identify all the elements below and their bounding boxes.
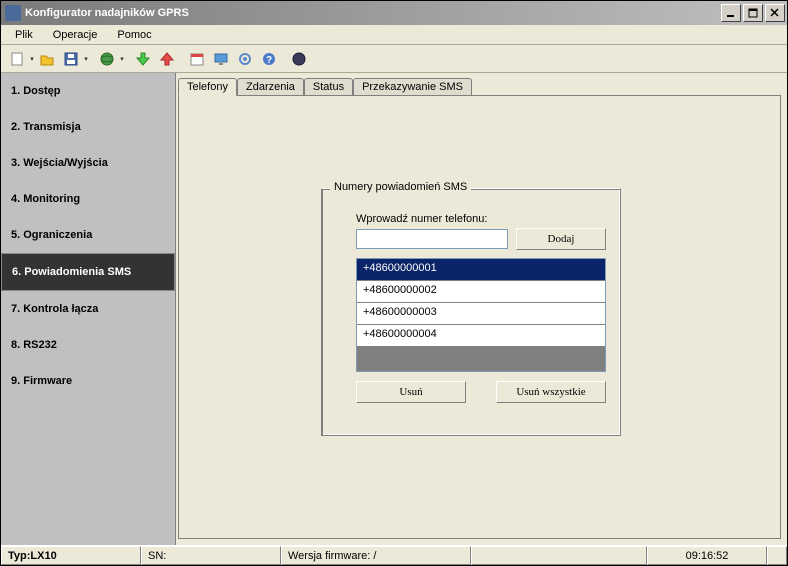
delete-all-button[interactable]: Usuń wszystkie [496,381,606,403]
list-item[interactable]: +48600000003 [357,303,605,325]
tabs: Telefony Zdarzenia Status Przekazywanie … [178,75,781,95]
sidebar: 1. Dostęp 2. Transmisja 3. Wejścia/Wyjśc… [1,73,176,545]
phone-input-label: Wprowadź numer telefonu: [356,213,487,225]
status-sn: SN: [141,546,281,565]
add-button[interactable]: Dodaj [516,228,606,250]
content: Telefony Zdarzenia Status Przekazywanie … [176,73,787,545]
save-dropdown[interactable]: ▾ [83,55,89,63]
save-icon[interactable] [61,49,81,69]
sidebar-item-dostep[interactable]: 1. Dostęp [1,73,175,109]
menu-operacje[interactable]: Operacje [43,27,108,43]
phone-listbox[interactable]: +48600000001 +48600000002 +48600000003 +… [356,258,606,372]
down-arrow-icon[interactable] [133,49,153,69]
close-button[interactable] [765,4,785,22]
sidebar-item-firmware[interactable]: 9. Firmware [1,363,175,399]
sidebar-item-ograniczenia[interactable]: 5. Ograniczenia [1,217,175,253]
list-item[interactable]: +48600000001 [357,259,605,281]
tab-telefony[interactable]: Telefony [178,78,237,96]
status-grip [767,546,787,565]
status-type-label: Typ: [8,550,30,562]
titlebar: Konfigurator nadajników GPRS [1,1,787,25]
delete-button[interactable]: Usuń [356,381,466,403]
new-dropdown[interactable]: ▾ [29,55,35,63]
status-type: Typ: LX10 [1,546,141,565]
statusbar: Typ: LX10 SN: Wersja firmware: / 09:16:5… [1,545,787,565]
dark-globe-icon[interactable] [289,49,309,69]
help-icon[interactable]: ? [259,49,279,69]
phone-input[interactable] [356,229,508,249]
menu-pomoc[interactable]: Pomoc [107,27,161,43]
open-icon[interactable] [37,49,57,69]
tab-panel: Numery powiadomień SMS Wprowadź numer te… [178,95,781,539]
tab-zdarzenia[interactable]: Zdarzenia [237,78,304,95]
group-numery-sms: Numery powiadomień SMS Wprowadź numer te… [321,188,621,436]
menu-plik[interactable]: Plik [5,27,43,43]
minimize-button[interactable] [721,4,741,22]
window-title: Konfigurator nadajników GPRS [25,7,719,19]
monitor-icon[interactable] [211,49,231,69]
app-icon [5,5,21,21]
status-firmware: Wersja firmware: / [281,546,471,565]
status-type-value: LX10 [30,550,56,562]
sidebar-item-wejscia[interactable]: 3. Wejścia/Wyjścia [1,145,175,181]
new-icon[interactable] [7,49,27,69]
sidebar-item-powiadomienia-sms[interactable]: 6. Powiadomienia SMS [1,253,175,291]
up-arrow-icon[interactable] [157,49,177,69]
globe-icon[interactable] [97,49,117,69]
tab-status[interactable]: Status [304,78,353,95]
gear-icon[interactable] [235,49,255,69]
globe-dropdown[interactable]: ▾ [119,55,125,63]
toolbar: ▾ ▾ ▾ ? [1,45,787,73]
svg-text:?: ? [266,55,272,66]
calendar-icon[interactable] [187,49,207,69]
sidebar-item-kontrola[interactable]: 7. Kontrola łącza [1,291,175,327]
menubar: Plik Operacje Pomoc [1,25,787,45]
tab-przekazywanie[interactable]: Przekazywanie SMS [353,78,472,95]
list-item[interactable]: +48600000002 [357,281,605,303]
maximize-button[interactable] [743,4,763,22]
status-spacer [471,546,647,565]
status-time: 09:16:52 [647,546,767,565]
sidebar-item-transmisja[interactable]: 2. Transmisja [1,109,175,145]
sidebar-item-monitoring[interactable]: 4. Monitoring [1,181,175,217]
sidebar-item-rs232[interactable]: 8. RS232 [1,327,175,363]
list-item[interactable]: +48600000004 [357,325,605,347]
status-sn-label: SN: [148,550,166,562]
group-title: Numery powiadomień SMS [330,181,471,193]
client-area: 1. Dostęp 2. Transmisja 3. Wejścia/Wyjśc… [1,73,787,545]
